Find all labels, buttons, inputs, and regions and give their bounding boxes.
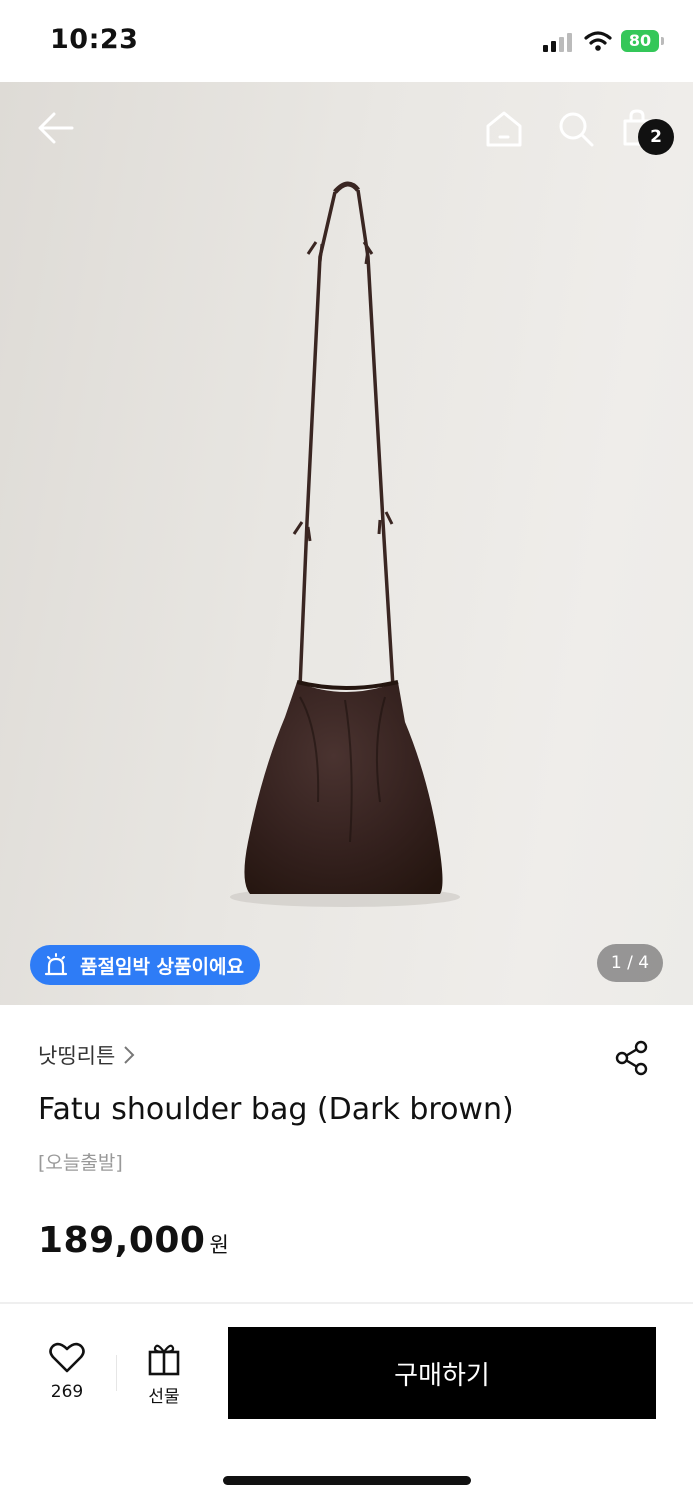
action-separator [116, 1355, 117, 1391]
like-count: 269 [50, 1382, 84, 1402]
chevron-right-icon [124, 1046, 135, 1064]
product-photo [230, 181, 460, 907]
wifi-icon [584, 31, 612, 51]
product-image-gallery[interactable] [0, 82, 693, 1005]
buy-button[interactable]: 구매하기 [228, 1327, 656, 1419]
home-indicator[interactable] [223, 1476, 471, 1485]
heart-icon [49, 1342, 85, 1373]
shipping-tag: [오늘출발] [38, 1152, 123, 1174]
price: 189,000 원 [38, 1220, 229, 1261]
price-currency: 원 [209, 1233, 229, 1257]
gift-button[interactable]: 선물 [138, 1342, 190, 1407]
status-time: 10:23 [50, 24, 139, 55]
status-bar: 10:23 80 [0, 0, 693, 82]
product-title: Fatu shoulder bag (Dark brown) [38, 1092, 514, 1127]
gift-label: 선물 [148, 1387, 180, 1407]
back-arrow-icon[interactable] [36, 110, 76, 146]
battery-tip [661, 37, 664, 45]
price-value: 189,000 [38, 1220, 206, 1261]
stock-warning-text: 품절임박 상품이에요 [80, 955, 244, 978]
image-page-indicator: 1 / 4 [597, 944, 663, 982]
cart-count-badge: 2 [638, 119, 674, 155]
cellular-signal-icon [543, 32, 575, 52]
battery-level: 80 [621, 30, 659, 52]
alarm-icon [44, 953, 68, 976]
like-button[interactable]: 269 [38, 1342, 96, 1402]
stock-warning-badge: 품절임박 상품이에요 [30, 945, 260, 985]
brand-name: 낫띵리튼 [38, 1044, 116, 1068]
home-icon[interactable] [485, 110, 523, 148]
search-icon[interactable] [557, 110, 595, 148]
brand-link[interactable]: 낫띵리튼 [38, 1040, 135, 1070]
share-icon[interactable] [614, 1040, 650, 1076]
gift-icon [148, 1344, 180, 1376]
